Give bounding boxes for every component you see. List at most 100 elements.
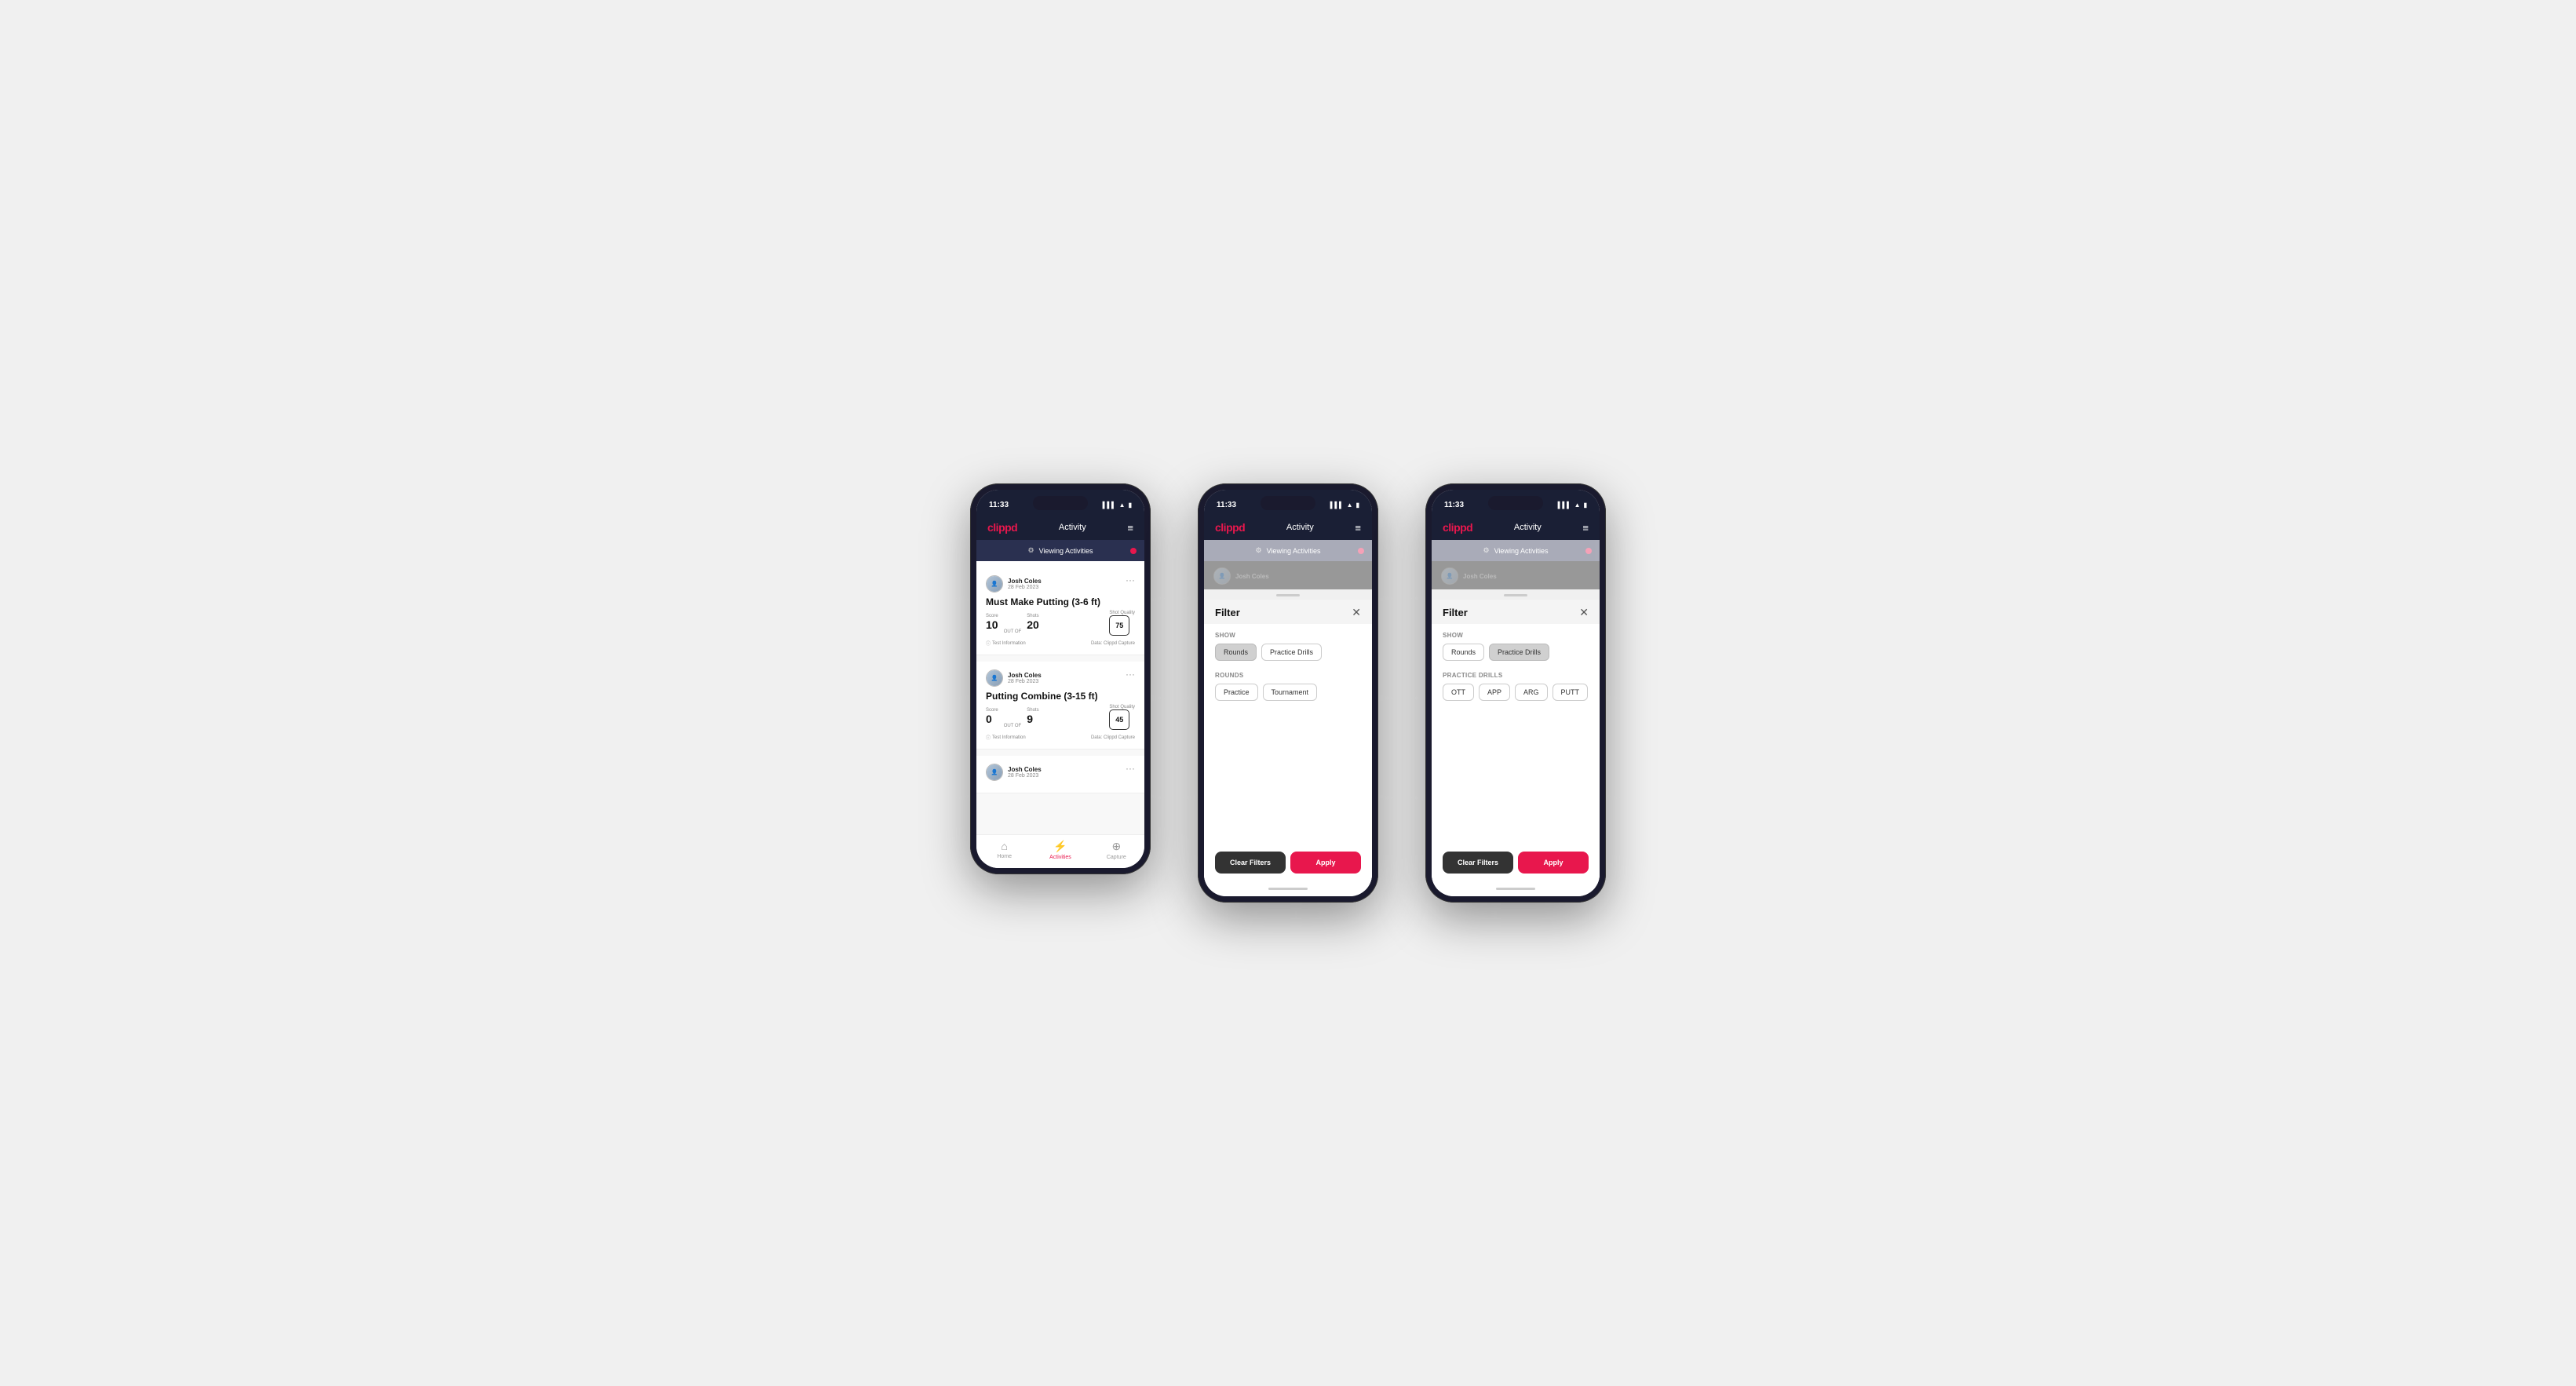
practice-round-btn-2[interactable]: Practice xyxy=(1215,684,1258,701)
shot-quality-2: Shot Quality 45 xyxy=(1109,705,1135,730)
hamburger-1[interactable]: ≡ xyxy=(1127,522,1133,534)
arg-btn-3[interactable]: ARG xyxy=(1515,684,1548,701)
filter-icon-3: ⚙ xyxy=(1483,546,1490,555)
apply-btn-2[interactable]: Apply xyxy=(1290,852,1361,874)
shots-value-1: 20 xyxy=(1027,618,1039,631)
more-btn-1[interactable]: ··· xyxy=(1126,575,1135,585)
battery-icon: ▮ xyxy=(1129,502,1132,509)
filter-icon-2: ⚙ xyxy=(1256,546,1262,555)
stats-row-1: Score 10 OUT OF Shots 20 Shot Quality 75 xyxy=(986,611,1135,636)
status-time-1: 11:33 xyxy=(989,501,1009,509)
avatar-3: 👤 xyxy=(986,764,1003,781)
logo-1: clippd xyxy=(987,521,1017,534)
clear-filters-btn-3[interactable]: Clear Filters xyxy=(1443,852,1513,874)
viewing-bar-1[interactable]: ⚙ Viewing Activities xyxy=(976,540,1144,561)
sq-label-2: Shot Quality xyxy=(1109,705,1135,709)
wifi-icon-3: ▲ xyxy=(1574,502,1581,509)
activity-card-2: 👤 Josh Coles 28 Feb 2023 ··· Putting Com… xyxy=(976,662,1144,750)
practice-drill-buttons-3: OTT APP ARG PUTT xyxy=(1443,684,1589,701)
filter-handle-2 xyxy=(1204,589,1372,600)
putt-btn-3[interactable]: PUTT xyxy=(1553,684,1589,701)
clear-filters-btn-2[interactable]: Clear Filters xyxy=(1215,852,1286,874)
activity-card-3: 👤 Josh Coles 28 Feb 2023 ··· xyxy=(976,756,1144,793)
viewing-dot-1 xyxy=(1130,548,1137,554)
card-header-3: 👤 Josh Coles 28 Feb 2023 ··· xyxy=(986,764,1135,781)
user-date-1: 28 Feb 2023 xyxy=(1008,585,1042,590)
activity-card-1: 👤 Josh Coles 28 Feb 2023 ··· Must Make P… xyxy=(976,567,1144,655)
activities-icon: ⚡ xyxy=(1053,840,1067,853)
phone-2: 11:33 ▌▌▌ ▲ ▮ clippd Activity ≡ ⚙ Viewin… xyxy=(1198,483,1378,903)
activity-content-1: 👤 Josh Coles 28 Feb 2023 ··· Must Make P… xyxy=(976,567,1144,834)
viewing-bar-text-3: Viewing Activities xyxy=(1494,547,1549,555)
practice-drills-label-3: Practice Drills xyxy=(1443,672,1589,679)
viewing-dot-2 xyxy=(1358,548,1364,554)
more-btn-3[interactable]: ··· xyxy=(1126,764,1135,773)
hamburger-2[interactable]: ≡ xyxy=(1355,522,1361,534)
filter-show-section-3: Show Rounds Practice Drills xyxy=(1443,632,1589,661)
dynamic-island xyxy=(1033,496,1088,510)
score-value-2: 0 xyxy=(986,713,992,725)
user-name-2: Josh Coles xyxy=(1008,672,1042,679)
viewing-bar-text-2: Viewing Activities xyxy=(1267,547,1321,555)
bottom-bar-2 xyxy=(1268,888,1308,890)
battery-icon-2: ▮ xyxy=(1356,502,1359,509)
stats-row-2: Score 0 OUT OF Shots 9 Shot Quality 45 xyxy=(986,705,1135,730)
status-icons-3: ▌▌▌ ▲ ▮ xyxy=(1558,502,1587,509)
nav-capture[interactable]: ⊕ Capture xyxy=(1089,840,1144,860)
viewing-bar-text-1: Viewing Activities xyxy=(1039,547,1093,555)
out-of-2: OUT OF xyxy=(1004,724,1022,730)
app-header-3: clippd Activity ≡ xyxy=(1432,516,1600,540)
avatar-2: 👤 xyxy=(986,669,1003,687)
data-text-1: Data: Clippd Capture xyxy=(1091,640,1135,647)
ott-btn-3[interactable]: OTT xyxy=(1443,684,1474,701)
card-header-2: 👤 Josh Coles 28 Feb 2023 ··· xyxy=(986,669,1135,687)
filter-show-section-2: Show Rounds Practice Drills xyxy=(1215,632,1361,661)
phone-1: 11:33 ▌▌▌ ▲ ▮ clippd Activity ≡ ⚙ Viewin… xyxy=(970,483,1151,874)
info-text-1: ⓘ Test Information xyxy=(986,640,1026,647)
filter-body-3: Show Rounds Practice Drills Practice Dri… xyxy=(1432,624,1600,844)
card-header-1: 👤 Josh Coles 28 Feb 2023 ··· xyxy=(986,575,1135,593)
avatar-dim-3: 👤 xyxy=(1441,567,1458,585)
practice-drills-btn-2[interactable]: Practice Drills xyxy=(1261,644,1322,661)
nav-home[interactable]: ⌂ Home xyxy=(976,840,1032,860)
filter-title-3: Filter xyxy=(1443,607,1468,618)
show-buttons-3: Rounds Practice Drills xyxy=(1443,644,1589,661)
nav-activities[interactable]: ⚡ Activities xyxy=(1032,840,1088,860)
avatar-dim-2: 👤 xyxy=(1213,567,1231,585)
dimmed-card-2: 👤 Josh Coles xyxy=(1204,561,1372,589)
app-btn-3[interactable]: APP xyxy=(1479,684,1510,701)
bottom-handle-2 xyxy=(1204,884,1372,896)
hamburger-3[interactable]: ≡ xyxy=(1582,522,1589,534)
status-icons-1: ▌▌▌ ▲ ▮ xyxy=(1103,502,1132,509)
status-time-3: 11:33 xyxy=(1444,501,1464,509)
battery-icon-3: ▮ xyxy=(1584,502,1587,509)
logo-3: clippd xyxy=(1443,521,1472,534)
user-info-3: 👤 Josh Coles 28 Feb 2023 xyxy=(986,764,1042,781)
tournament-btn-2[interactable]: Tournament xyxy=(1263,684,1318,701)
user-date-2: 28 Feb 2023 xyxy=(1008,679,1042,684)
wifi-icon: ▲ xyxy=(1119,502,1126,509)
rounds-btn-2[interactable]: Rounds xyxy=(1215,644,1257,661)
apply-btn-3[interactable]: Apply xyxy=(1518,852,1589,874)
signal-icon: ▌▌▌ xyxy=(1103,502,1116,509)
filter-body-2: Show Rounds Practice Drills Rounds Pract… xyxy=(1204,624,1372,844)
logo-2: clippd xyxy=(1215,521,1245,534)
more-btn-2[interactable]: ··· xyxy=(1126,669,1135,679)
rounds-btn-3[interactable]: Rounds xyxy=(1443,644,1484,661)
phone-3: 11:33 ▌▌▌ ▲ ▮ clippd Activity ≡ ⚙ Viewin… xyxy=(1425,483,1606,903)
score-value-1: 10 xyxy=(986,618,998,631)
show-buttons-2: Rounds Practice Drills xyxy=(1215,644,1361,661)
home-icon: ⌂ xyxy=(1001,840,1007,852)
avatar-1: 👤 xyxy=(986,575,1003,593)
close-btn-3[interactable]: ✕ xyxy=(1579,606,1589,619)
viewing-bar-3: ⚙ Viewing Activities xyxy=(1432,540,1600,561)
shots-value-2: 9 xyxy=(1027,713,1033,725)
signal-icon-3: ▌▌▌ xyxy=(1558,502,1571,509)
activity-title-2: Putting Combine (3-15 ft) xyxy=(986,691,1135,702)
close-btn-2[interactable]: ✕ xyxy=(1352,606,1361,619)
dimmed-user-2: Josh Coles xyxy=(1235,573,1269,580)
user-info-1: 👤 Josh Coles 28 Feb 2023 xyxy=(986,575,1042,593)
header-title-1: Activity xyxy=(1059,523,1086,532)
practice-drills-btn-3[interactable]: Practice Drills xyxy=(1489,644,1549,661)
activities-label: Activities xyxy=(1049,855,1071,860)
